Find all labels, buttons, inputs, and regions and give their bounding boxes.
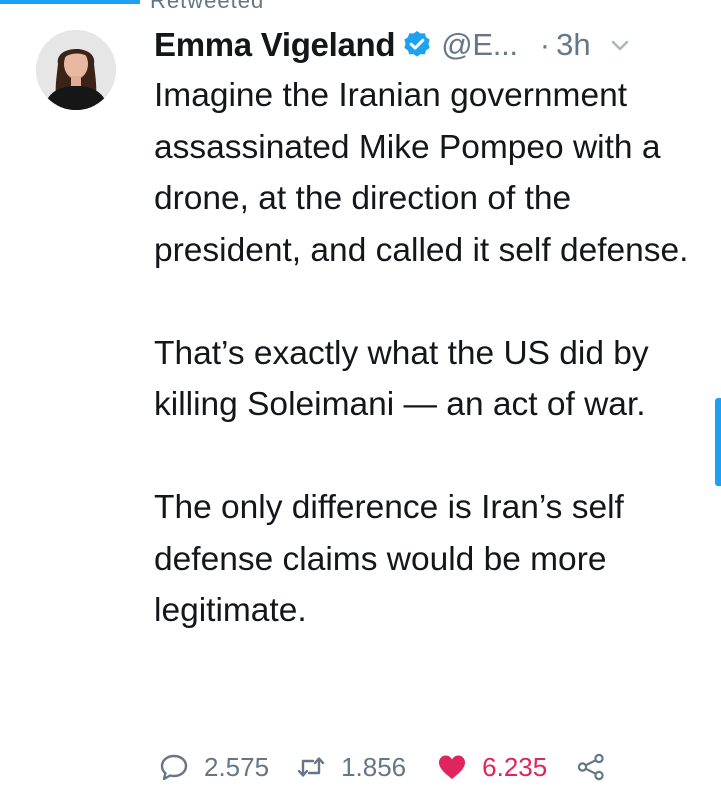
retweet-icon [295,751,327,783]
tweet-actions: 2.575 1.856 6.235 [158,742,607,792]
avatar-portrait [36,30,116,110]
author-name[interactable]: Emma Vigeland [154,26,396,64]
retweeted-label: Retweeted [150,0,265,13]
reply-bubble-icon [158,751,190,783]
tweet-header: Emma Vigeland @E... · 3h [154,22,709,68]
tweet-text: Imagine the Iranian government assassina… [154,70,714,637]
scrollbar-thumb[interactable] [715,398,721,486]
author-handle[interactable]: @E... [441,27,518,63]
tweet-paragraph-3: The only difference is Iran’s self defen… [154,489,624,629]
reply-button[interactable]: 2.575 [158,751,269,783]
heart-icon [436,751,468,783]
avatar[interactable] [36,30,116,110]
retweet-count: 1.856 [341,751,407,782]
share-button[interactable] [575,751,607,783]
meta-separator: · [539,27,551,62]
tweet-paragraph-2: That’s exactly what the US did by killin… [154,334,649,424]
like-button[interactable]: 6.235 [436,751,547,783]
chevron-down-icon[interactable] [609,34,631,56]
reply-count: 2.575 [204,751,270,782]
retweet-button[interactable]: 1.856 [295,751,406,783]
tweet-paragraph-1: Imagine the Iranian government assassina… [154,77,689,269]
tweet-timestamp[interactable]: 3h [556,27,590,63]
share-icon [575,751,607,783]
like-count: 6.235 [482,751,548,782]
verified-badge-icon [401,29,433,61]
top-accent-bar [0,0,140,4]
